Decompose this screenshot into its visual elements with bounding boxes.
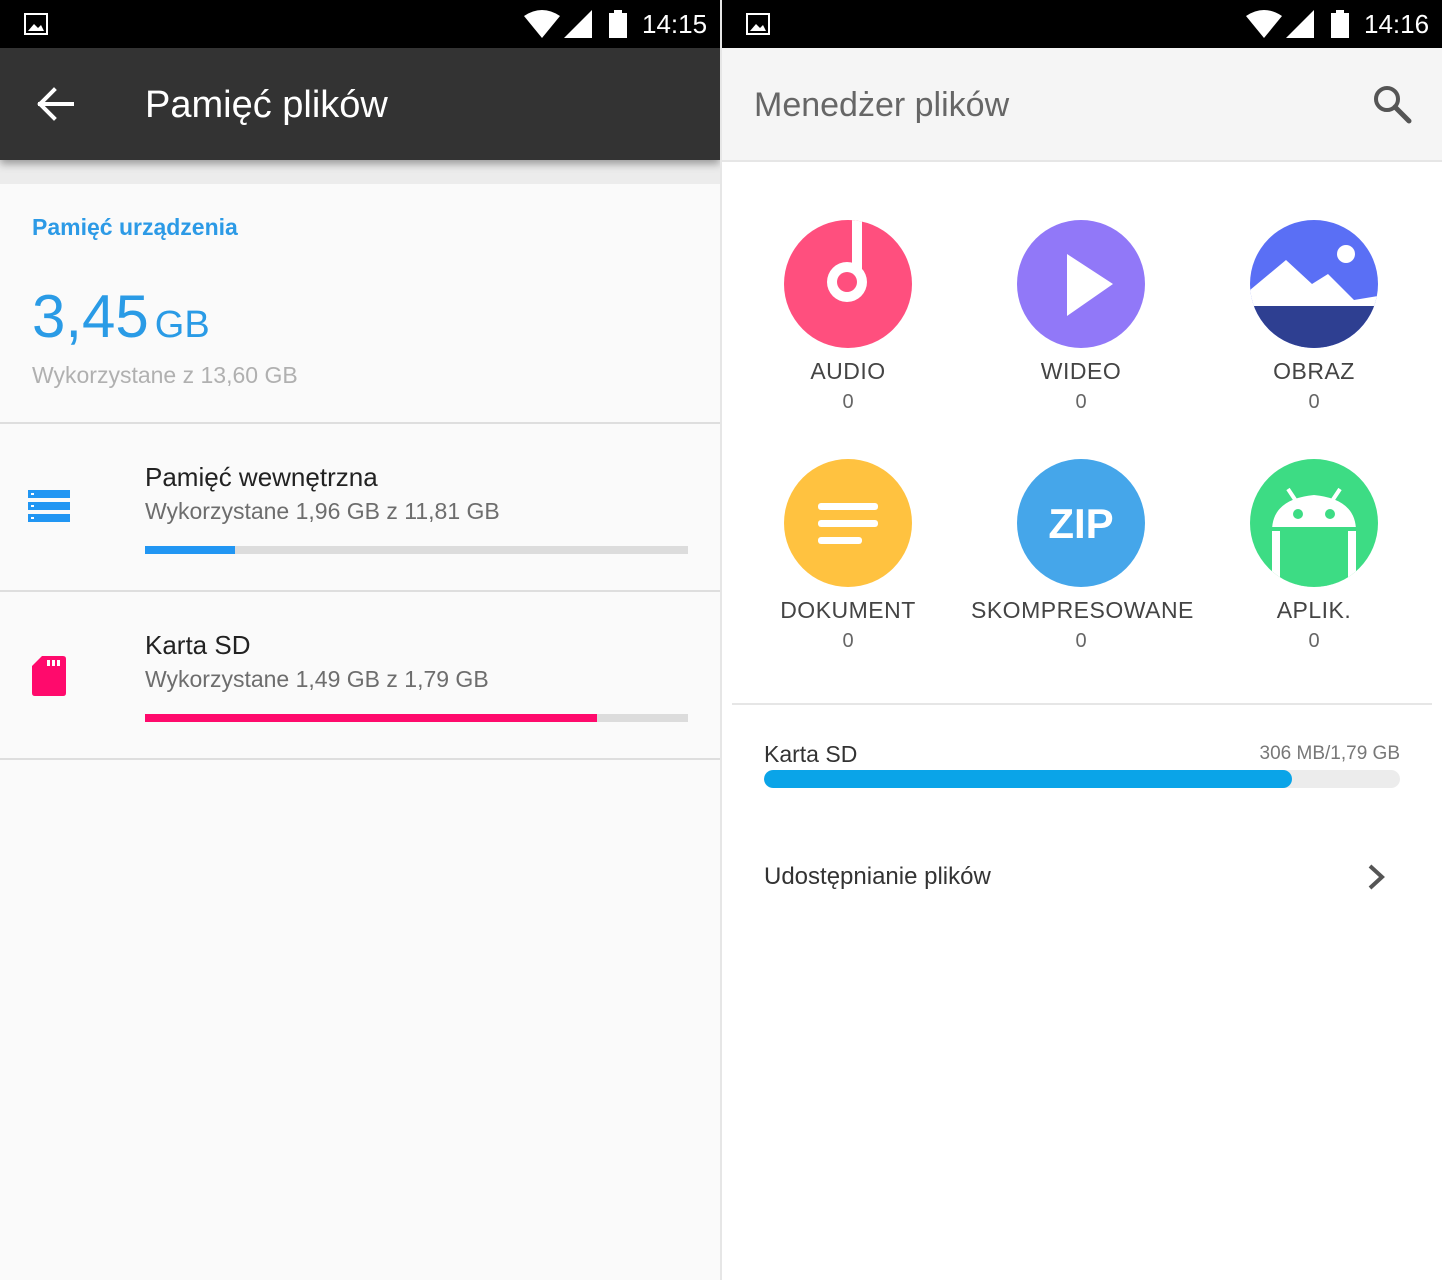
image-notification-icon	[24, 13, 48, 35]
category-circle	[1017, 220, 1145, 348]
zip-icon-label: ZIP	[1048, 500, 1113, 547]
device-storage-summary: Pamięć urządzenia 3,45 GB Wykorzystane z …	[0, 184, 720, 424]
storage-name: Pamięć wewnętrzna	[145, 462, 378, 492]
zip-icon: ZIP	[1048, 500, 1113, 547]
storage-progress-bar	[145, 714, 688, 722]
music-note-icon	[827, 220, 867, 302]
android-icon	[1272, 487, 1356, 587]
category-count: 0	[1075, 391, 1087, 413]
chevron-right-icon	[1368, 864, 1385, 890]
category-circle	[1250, 220, 1378, 348]
document-icon	[818, 503, 878, 544]
storage-name: Karta SD	[145, 630, 251, 660]
sd-card-progress-fill	[764, 770, 1292, 788]
app-bar: Menedżer plików	[722, 48, 1442, 162]
category-name: AUDIO	[810, 358, 886, 384]
page-title: Pamięć plików	[145, 84, 388, 126]
category-name: SKOMPRESOWANE	[971, 597, 1194, 623]
file-manager-screen: 14:16 Menedżer plików AUDIO 0 WIDEO 0 OB…	[722, 0, 1442, 1280]
storage-row-internal[interactable]: Pamięć wewnętrzna Wykorzystane 1,96 GB z…	[0, 424, 720, 592]
category-document[interactable]: DOKUMENT 0	[738, 459, 958, 653]
status-time: 14:15	[642, 9, 708, 39]
page-title: Menedżer plików	[754, 86, 1010, 124]
battery-icon	[609, 10, 627, 38]
category-apps[interactable]: APLIK. 0	[1204, 459, 1424, 653]
sd-card-progress-bar	[764, 770, 1400, 788]
storage-used: Wykorzystane 1,96 GB z 11,81 GB	[145, 498, 500, 524]
wifi-icon	[1246, 10, 1282, 38]
storage-progress-fill	[145, 714, 597, 722]
signal-icon	[1286, 10, 1314, 38]
category-image[interactable]: OBRAZ 0	[1204, 220, 1424, 414]
file-storage-screen: 14:15 Pamięć plików Pamięć urządzenia 3,…	[0, 0, 720, 1280]
storage-progress-fill	[145, 546, 236, 554]
sd-card-size: 306 MB/1,79 GB	[1259, 743, 1400, 764]
category-count: 0	[842, 630, 854, 652]
used-of-total: Wykorzystane z 13,60 GB	[32, 362, 298, 388]
storage-row-sd-card[interactable]: Karta SD Wykorzystane 1,49 GB z 1,79 GB	[0, 592, 720, 760]
used-value: 3,45	[32, 283, 149, 350]
file-sharing-label: Udostępnianie plików	[764, 863, 991, 890]
storage-icon	[28, 490, 70, 522]
divider	[732, 703, 1432, 705]
storage-used: Wykorzystane 1,49 GB z 1,79 GB	[145, 666, 489, 692]
category-circle	[1250, 459, 1378, 587]
back-arrow-icon[interactable]	[36, 86, 76, 122]
used-total: 3,45 GB	[32, 282, 210, 351]
landscape-icon	[1250, 245, 1378, 348]
status-time: 14:16	[1364, 9, 1430, 39]
search-icon[interactable]	[1372, 84, 1412, 124]
app-bar: Pamięć plików	[0, 48, 720, 160]
category-audio[interactable]: AUDIO 0	[738, 220, 958, 414]
battery-icon	[1331, 10, 1349, 38]
status-bar: 14:15	[0, 0, 720, 48]
file-sharing-row[interactable]: Udostępnianie plików	[722, 840, 1442, 916]
category-name: OBRAZ	[1273, 358, 1355, 384]
category-compressed[interactable]: ZIP SKOMPRESOWANE 0	[971, 459, 1194, 653]
status-bar: 14:16	[722, 0, 1442, 48]
category-count: 0	[1308, 391, 1320, 413]
signal-icon	[564, 10, 592, 38]
storage-progress-bar	[145, 546, 688, 554]
sd-card-icon	[32, 656, 66, 696]
category-circle	[784, 459, 912, 587]
image-notification-icon	[746, 13, 770, 35]
category-count: 0	[842, 391, 854, 413]
category-count: 0	[1308, 630, 1320, 652]
category-circle: ZIP	[1017, 459, 1145, 587]
wifi-icon	[524, 10, 560, 38]
category-video[interactable]: WIDEO 0	[971, 220, 1191, 414]
category-circle	[784, 220, 912, 348]
category-name: APLIK.	[1276, 597, 1352, 623]
divider	[0, 160, 720, 184]
category-count: 0	[1075, 630, 1087, 652]
category-name: DOKUMENT	[780, 597, 916, 623]
used-unit: GB	[154, 304, 210, 346]
play-icon	[1067, 254, 1113, 316]
category-name: WIDEO	[1040, 358, 1122, 384]
device-storage-label: Pamięć urządzenia	[32, 214, 238, 240]
sd-card-label: Karta SD	[764, 741, 858, 767]
